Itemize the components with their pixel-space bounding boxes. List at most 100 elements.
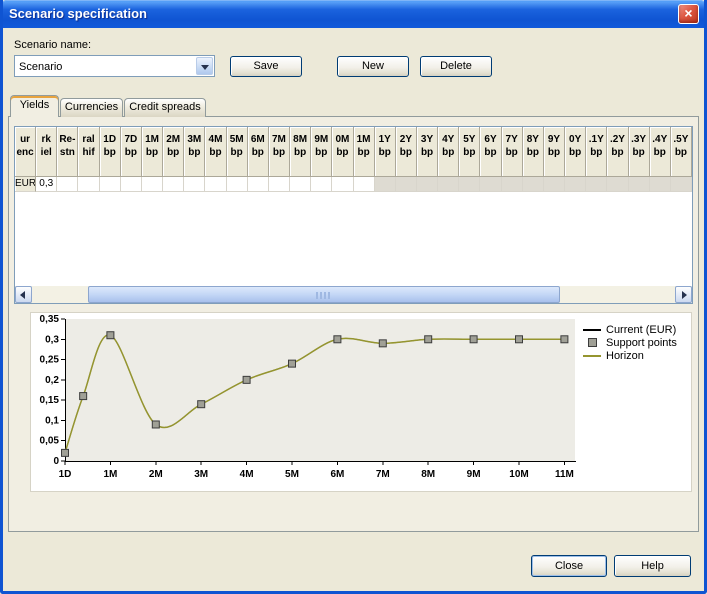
column-header: 1Dbp [100,127,121,177]
column-header: 7Mbp [269,127,290,177]
grid-cell[interactable] [480,177,501,192]
grid-cell[interactable] [121,177,142,192]
column-header: ralhif [78,127,99,177]
grid-cell[interactable] [57,177,78,192]
close-button[interactable]: Close [531,555,607,577]
tab-yields[interactable]: Yields [10,95,59,117]
grid-cell[interactable] [417,177,438,192]
grid-cell[interactable] [459,177,480,192]
column-header: .4Ybp [650,127,671,177]
svg-text:1D: 1D [59,469,72,480]
grid-cell[interactable] [544,177,565,192]
grid-cell[interactable] [502,177,523,192]
scroll-right-icon [682,291,687,299]
column-header: .2Ybp [607,127,628,177]
column-header: .3Ybp [629,127,650,177]
grid-cell[interactable] [607,177,628,192]
grid-cell[interactable] [650,177,671,192]
grid-cell[interactable] [438,177,459,192]
svg-text:0: 0 [53,456,59,467]
column-header: 1Mbp [354,127,375,177]
column-header: 0Ybp [565,127,586,177]
column-header: Re-stn [57,127,78,177]
row-header-cell[interactable]: EUR [15,177,36,192]
yield-chart-panel: 00,050,10,150,20,250,30,351D1M2M3M4M5M6M… [30,312,692,492]
column-header: 5Ybp [459,127,480,177]
legend-item-current: Current (EUR) [583,323,677,336]
grid-cell[interactable] [248,177,269,192]
svg-text:9M: 9M [467,469,481,480]
grid-header-row: urencrkielRe-stnralhif1Dbp7Dbp1Mbp2Mbp3M… [15,127,692,177]
grid-cell[interactable] [565,177,586,192]
column-header: 8Mbp [290,127,311,177]
grid-cell[interactable] [184,177,205,192]
scrollbar-grip [316,292,332,299]
svg-text:1M: 1M [103,469,117,480]
grid-cell[interactable] [227,177,248,192]
delete-button[interactable]: Delete [420,56,492,77]
svg-text:0,1: 0,1 [45,415,59,426]
grid-cell[interactable] [142,177,163,192]
column-header: .1Ybp [586,127,607,177]
column-header: 7Dbp [121,127,142,177]
grid-cell[interactable] [354,177,375,192]
column-header: 3Mbp [184,127,205,177]
column-header: rkiel [36,127,57,177]
tab-currencies[interactable]: Currencies [60,98,123,117]
scroll-right-button[interactable] [675,286,692,303]
column-header: .5Ybp [671,127,692,177]
svg-text:0,35: 0,35 [40,314,60,325]
grid-cell[interactable] [671,177,692,192]
svg-text:11M: 11M [555,469,574,480]
scenario-combo-dropdown-button[interactable] [196,57,213,75]
grid-cell[interactable] [629,177,650,192]
column-header: 4Ybp [438,127,459,177]
grid-cell[interactable] [375,177,396,192]
scenario-specification-dialog: Scenario specification × Scenario name: … [0,0,707,594]
new-button[interactable]: New [337,56,409,77]
close-icon: × [684,5,692,21]
chart-legend: Current (EUR) Support points Horizon [583,323,677,362]
grid-cell[interactable] [78,177,99,192]
legend-current-label: Current (EUR) [606,324,676,336]
column-header: 2Mbp [163,127,184,177]
close-window-button[interactable]: × [678,4,699,24]
grid-cell[interactable]: 0,3 [36,177,57,192]
scenario-name-combobox[interactable]: Scenario [14,55,215,77]
grid-cell[interactable] [269,177,290,192]
legend-horizon-label: Horizon [606,350,644,362]
grid-cell[interactable] [311,177,332,192]
help-button[interactable]: Help [614,555,691,577]
grid-cell[interactable] [332,177,353,192]
svg-text:0,25: 0,25 [40,355,60,366]
column-header: 7Ybp [502,127,523,177]
column-header: 9Ybp [544,127,565,177]
scrollbar-track[interactable] [32,286,675,303]
legend-support-label: Support points [606,337,677,349]
title-bar[interactable]: Scenario specification [0,0,707,28]
scroll-left-button[interactable] [15,286,32,303]
horizontal-scrollbar[interactable] [15,286,692,303]
legend-item-horizon: Horizon [583,349,677,362]
column-header: 6Mbp [248,127,269,177]
save-button[interactable]: Save [230,56,302,77]
grid-cell[interactable] [396,177,417,192]
svg-text:7M: 7M [376,469,390,480]
scroll-left-icon [20,291,25,299]
yields-grid: urencrkielRe-stnralhif1Dbp7Dbp1Mbp2Mbp3M… [14,126,693,304]
svg-text:8M: 8M [421,469,435,480]
grid-cell[interactable] [100,177,121,192]
grid-cell[interactable] [163,177,184,192]
column-header: 1Ybp [375,127,396,177]
column-header: 2Ybp [396,127,417,177]
window-title: Scenario specification [9,6,147,21]
grid-cell[interactable] [290,177,311,192]
tab-credit-spreads[interactable]: Credit spreads [124,98,206,117]
scrollbar-thumb[interactable] [88,286,560,303]
column-header: 6Ybp [480,127,501,177]
grid-cell[interactable] [523,177,544,192]
grid-cell[interactable] [205,177,226,192]
column-header: 9Mbp [311,127,332,177]
grid-cell[interactable] [586,177,607,192]
column-header: 5Mbp [227,127,248,177]
